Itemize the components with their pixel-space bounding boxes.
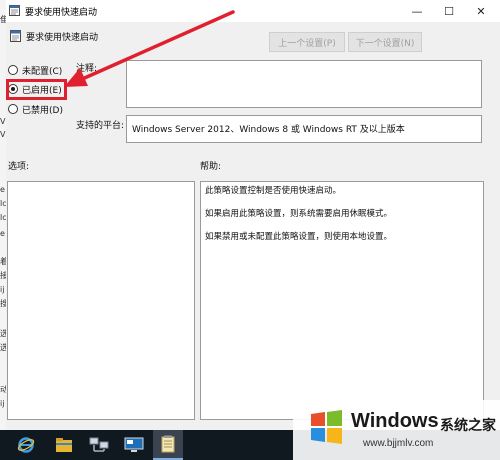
- monitor-icon: [124, 437, 144, 452]
- previous-setting-button[interactable]: 上一个设置(P): [269, 32, 345, 52]
- background-glyph: V: [0, 117, 6, 126]
- windows-logo-icon: [311, 410, 342, 444]
- setting-header-icon: [10, 30, 21, 42]
- network-icon: [89, 437, 109, 452]
- screen: 隹 V V e lc lc e 着 接 ij 搜 选 选 动 ij 要求使用快速…: [0, 0, 500, 460]
- close-icon: ✕: [476, 4, 486, 18]
- radio-label: 已禁用(D): [22, 105, 63, 116]
- taskbar-notepad-active[interactable]: [153, 430, 183, 460]
- comment-textarea[interactable]: [126, 60, 482, 108]
- taskbar-monitor[interactable]: [119, 430, 149, 460]
- notepad-icon: [161, 435, 175, 453]
- taskbar-ie[interactable]: [11, 430, 41, 460]
- radio-circle[interactable]: [8, 65, 18, 75]
- radio-disabled[interactable]: 已禁用(D): [8, 101, 63, 117]
- background-glyph: e: [0, 229, 5, 238]
- help-paragraph: 如果禁用或未配置此策略设置，则使用本地设置。: [205, 232, 393, 242]
- background-glyph: V: [0, 130, 6, 139]
- watermark-url: www.bjjmlv.com: [363, 438, 434, 449]
- maximize-button[interactable]: ☐: [433, 0, 465, 22]
- background-glyph: e: [0, 185, 5, 194]
- minimize-button[interactable]: —: [401, 0, 433, 22]
- help-paragraph: 如果启用此策略设置，则系统需要启用休眠模式。: [205, 209, 393, 219]
- help-pane[interactable]: 此策略设置控制是否使用快速启动。 如果启用此策略设置，则系统需要启用休眠模式。 …: [200, 181, 484, 420]
- file-explorer-icon: [56, 438, 72, 452]
- comment-label: 注释:: [76, 64, 98, 74]
- next-setting-button[interactable]: 下一个设置(N): [348, 32, 422, 52]
- policy-dialog: 要求使用快速启动 — ☐ ✕ 要求使用快速启动 上一个设置(P) 下一个设置(N…: [6, 0, 500, 430]
- watermark-brand: Windows: [351, 410, 439, 432]
- radio-not-configured[interactable]: 未配置(C): [8, 62, 62, 78]
- supported-platform-value: Windows Server 2012、Windows 8 或 Windows …: [126, 115, 482, 143]
- taskbar-file-explorer[interactable]: [49, 430, 79, 460]
- radio-label: 未配置(C): [22, 66, 63, 77]
- title-bar[interactable]: 要求使用快速启动 — ☐ ✕: [6, 0, 500, 22]
- supported-platform-label: 支持的平台:: [76, 121, 125, 131]
- help-paragraph: 此策略设置控制是否使用快速启动。: [205, 186, 342, 196]
- minimize-icon: —: [411, 4, 423, 18]
- policy-setting-icon: [9, 5, 20, 16]
- ie-icon: [17, 437, 35, 453]
- radio-circle[interactable]: [8, 104, 18, 114]
- watermark: Windows 系统之家 www.bjjmlv.com: [293, 400, 500, 460]
- maximize-icon: ☐: [444, 4, 454, 18]
- close-button[interactable]: ✕: [465, 0, 497, 22]
- setting-name: 要求使用快速启动: [26, 33, 99, 43]
- window-title: 要求使用快速启动: [25, 8, 98, 18]
- options-label: 选项:: [8, 162, 30, 172]
- annotation-highlight-box: [6, 79, 67, 100]
- taskbar-network[interactable]: [84, 430, 114, 460]
- background-glyph: ij: [0, 399, 5, 408]
- watermark-subtitle: 系统之家: [440, 418, 496, 434]
- help-label: 帮助:: [200, 162, 222, 172]
- options-pane[interactable]: [7, 181, 195, 420]
- background-glyph: ij: [0, 285, 5, 294]
